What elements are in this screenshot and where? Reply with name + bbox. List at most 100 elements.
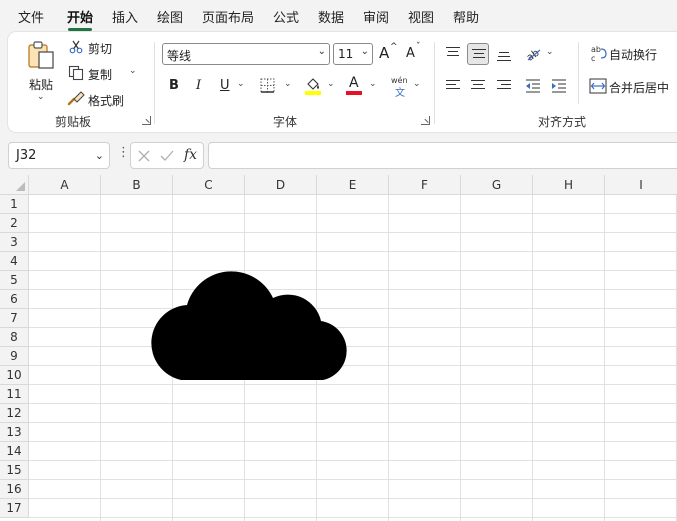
tab-file[interactable]: 文件 <box>18 7 44 26</box>
cut-button[interactable]: 剪切 <box>88 40 112 57</box>
chevron-down-icon[interactable]: ⌄ <box>327 79 335 89</box>
tab-insert[interactable]: 插入 <box>112 7 138 26</box>
italic-button[interactable]: I <box>196 78 201 93</box>
row-header[interactable]: 10 <box>0 366 29 385</box>
name-box[interactable]: J32 ⌄ <box>8 142 110 169</box>
row-header[interactable]: 14 <box>0 442 29 461</box>
chevron-down-icon[interactable]: ⌄ <box>37 92 45 102</box>
row-header[interactable]: 12 <box>0 404 29 423</box>
check-icon[interactable] <box>160 150 174 162</box>
font-size-value: 11 <box>338 47 354 61</box>
more-options-icon[interactable]: ⋮ <box>117 146 130 159</box>
increase-font-size-button[interactable]: A <box>379 44 389 62</box>
fill-color-icon[interactable] <box>305 76 321 95</box>
chevron-down-icon: ⌄ <box>360 46 369 57</box>
font-name-value: 等线 <box>167 49 192 63</box>
chevron-down-icon[interactable]: ⌄ <box>369 79 377 89</box>
tab-review[interactable]: 审阅 <box>363 7 389 26</box>
tab-page-layout[interactable]: 页面布局 <box>202 7 254 26</box>
chevron-down-icon[interactable]: ⌄ <box>237 79 245 89</box>
decrease-font-size-button[interactable]: A <box>406 46 415 61</box>
group-divider <box>154 42 155 124</box>
column-header-e[interactable]: E <box>317 175 389 195</box>
column-header-b[interactable]: B <box>101 175 173 195</box>
tab-home[interactable]: 开始 <box>67 7 93 31</box>
row-header[interactable]: 7 <box>0 309 29 328</box>
cell-area[interactable] <box>29 195 677 521</box>
tab-view[interactable]: 视图 <box>408 7 434 26</box>
row-header[interactable]: 15 <box>0 461 29 480</box>
arrow-up-icon: ^ <box>390 42 398 52</box>
svg-text:ab: ab <box>525 48 542 62</box>
worksheet-grid: A B C D E F G H I 1 2 3 4 5 6 7 8 9 10 1… <box>0 175 677 521</box>
font-color-button[interactable]: A <box>346 75 362 95</box>
font-color-glyph: A <box>349 75 359 91</box>
formula-input[interactable] <box>208 142 677 169</box>
insert-function-button[interactable]: fx <box>184 147 197 163</box>
row-header[interactable]: 6 <box>0 290 29 309</box>
align-left-button[interactable] <box>442 75 464 97</box>
merge-center-button[interactable]: 合并后居中 <box>609 79 669 96</box>
select-all-button[interactable] <box>0 175 29 195</box>
tab-help[interactable]: 帮助 <box>453 7 479 26</box>
row-header[interactable]: 13 <box>0 423 29 442</box>
font-color-swatch <box>346 91 362 95</box>
borders-icon[interactable] <box>260 78 275 93</box>
row-header[interactable]: 9 <box>0 347 29 366</box>
align-right-button[interactable] <box>493 75 515 97</box>
formula-controls: fx <box>130 142 204 169</box>
menu-bar: 文件 开始 插入 绘图 页面布局 公式 数据 审阅 视图 帮助 <box>0 0 677 32</box>
font-group-label: 字体 <box>273 115 298 129</box>
copy-button[interactable]: 复制 <box>88 66 112 83</box>
phonetic-guide-button[interactable]: wén 文 <box>390 76 410 99</box>
column-header-d[interactable]: D <box>245 175 317 195</box>
row-header[interactable]: 3 <box>0 233 29 252</box>
row-header[interactable]: 5 <box>0 271 29 290</box>
paste-button[interactable]: 粘贴 ⌄ <box>22 38 58 102</box>
phonetic-char: 文 <box>395 88 405 99</box>
row-header[interactable]: 8 <box>0 328 29 347</box>
column-header-f[interactable]: F <box>389 175 461 195</box>
tab-draw[interactable]: 绘图 <box>157 7 183 26</box>
align-center-button[interactable] <box>467 75 489 97</box>
increase-indent-icon[interactable] <box>551 79 567 93</box>
chevron-down-icon[interactable]: ⌄ <box>129 66 137 76</box>
font-launcher-icon[interactable] <box>421 116 430 125</box>
column-header-i[interactable]: I <box>605 175 677 195</box>
clipboard-launcher-icon[interactable] <box>142 116 151 125</box>
cloud-icon[interactable] <box>143 260 353 381</box>
row-header[interactable]: 2 <box>0 214 29 233</box>
chevron-down-icon[interactable]: ⌄ <box>413 79 421 89</box>
chevron-down-icon: ⌄ <box>94 149 104 162</box>
paste-icon <box>28 41 54 69</box>
column-header-h[interactable]: H <box>533 175 605 195</box>
wrap-text-button[interactable]: 自动换行 <box>609 46 657 63</box>
format-painter-button[interactable]: 格式刷 <box>88 92 124 109</box>
align-middle-button[interactable] <box>467 43 489 65</box>
align-top-button[interactable] <box>442 43 464 65</box>
scissors-icon <box>69 40 83 54</box>
cancel-icon[interactable] <box>138 150 150 162</box>
chevron-down-icon[interactable]: ⌄ <box>546 47 554 57</box>
row-header[interactable]: 4 <box>0 252 29 271</box>
text-orientation-icon[interactable]: ab <box>525 44 543 62</box>
paste-label: 粘贴 <box>29 78 54 92</box>
chevron-down-icon: ⌄ <box>317 46 326 57</box>
chevron-down-icon[interactable]: ⌄ <box>284 79 292 89</box>
decrease-indent-icon[interactable] <box>525 79 541 93</box>
tab-formulas[interactable]: 公式 <box>273 7 299 26</box>
font-name-select[interactable]: 等线 ⌄ <box>162 43 330 65</box>
column-header-g[interactable]: G <box>461 175 533 195</box>
column-header-c[interactable]: C <box>173 175 245 195</box>
column-header-a[interactable]: A <box>29 175 101 195</box>
bold-button[interactable]: B <box>169 78 179 93</box>
row-header[interactable]: 16 <box>0 480 29 499</box>
group-divider <box>578 42 579 104</box>
font-size-select[interactable]: 11 ⌄ <box>333 43 373 65</box>
row-header[interactable]: 11 <box>0 385 29 404</box>
tab-data[interactable]: 数据 <box>318 7 344 26</box>
underline-button[interactable]: U <box>220 78 230 93</box>
row-header[interactable]: 17 <box>0 499 29 518</box>
row-header[interactable]: 1 <box>0 195 29 214</box>
align-bottom-button[interactable] <box>493 43 515 65</box>
